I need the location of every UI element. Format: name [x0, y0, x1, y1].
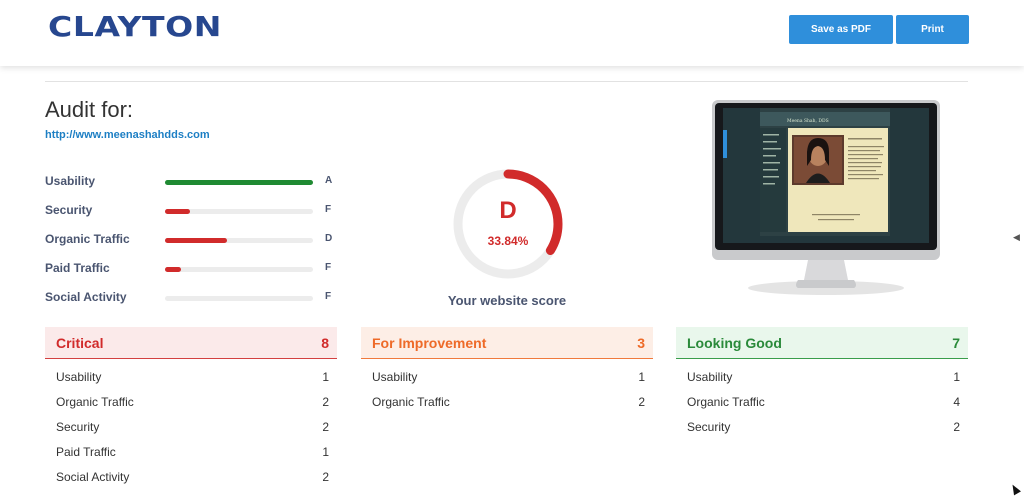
scroll-arrow-icon[interactable]: ◀ — [1013, 232, 1020, 243]
item-count: 4 — [953, 394, 960, 409]
clayton-logo[interactable]: CLAYTON — [48, 10, 222, 43]
item-count: 2 — [322, 394, 329, 409]
looking-good-panel-header[interactable]: Looking Good 7 — [676, 327, 968, 359]
score-percent: 33.84% — [487, 234, 529, 248]
top-header: CLAYTON Save as PDF Print — [0, 0, 1024, 66]
score-caption: Your website score — [447, 293, 567, 308]
metric-row-social-activity: Social Activity F — [45, 290, 345, 306]
for-improvement-panel-header[interactable]: For Improvement 3 — [361, 327, 653, 359]
item-label: Paid Traffic — [56, 444, 116, 459]
metric-bar-track — [165, 209, 313, 214]
list-item[interactable]: Security 2 — [676, 414, 968, 439]
item-label: Organic Traffic — [687, 394, 765, 409]
list-item[interactable]: Security 2 — [45, 414, 337, 439]
metric-bar-fill — [165, 267, 182, 272]
panel-count: 7 — [952, 334, 960, 351]
list-item[interactable]: Usability 1 — [45, 364, 337, 389]
for-improvement-panel: For Improvement 3 Usability 1 Organic Tra… — [361, 327, 653, 414]
monitor-stand-neck — [804, 260, 848, 280]
item-label: Usability — [687, 369, 733, 384]
item-label: Social Activity — [56, 469, 130, 484]
looking-good-panel: Looking Good 7 Usability 1 Organic Traffi… — [676, 327, 968, 439]
item-label: Usability — [56, 369, 102, 384]
item-count: 1 — [322, 369, 329, 384]
section-divider — [45, 81, 968, 82]
metric-row-paid-traffic: Paid Traffic F — [45, 261, 345, 277]
metric-bar-fill — [165, 238, 228, 243]
preview-site-nav — [760, 128, 786, 232]
print-button[interactable]: Print — [896, 15, 969, 44]
metric-bar-track — [165, 296, 313, 301]
website-preview-monitor: Meena Shah, DDS — [712, 100, 940, 295]
item-count: 2 — [322, 419, 329, 434]
item-count: 2 — [953, 419, 960, 434]
item-label: Organic Traffic — [56, 394, 134, 409]
metric-label: Security — [45, 203, 93, 217]
list-item[interactable]: Usability 1 — [676, 364, 968, 389]
panel-title: For Improvement — [372, 334, 487, 351]
list-item[interactable]: Organic Traffic 4 — [676, 389, 968, 414]
panel-title: Looking Good — [687, 334, 782, 351]
item-label: Security — [687, 419, 731, 434]
item-count: 2 — [322, 469, 329, 484]
metric-label: Social Activity — [45, 290, 127, 304]
list-item[interactable]: Paid Traffic 1 — [45, 439, 337, 464]
item-label: Security — [56, 419, 100, 434]
list-item[interactable]: Social Activity 2 — [45, 464, 337, 489]
metric-grade: F — [325, 291, 332, 302]
metric-bar-fill — [165, 180, 313, 185]
preview-site-name: Meena Shah, DDS — [787, 118, 829, 124]
metric-bar-track — [165, 180, 313, 185]
panel-count: 8 — [321, 334, 329, 351]
item-label: Organic Traffic — [372, 394, 450, 409]
metric-label: Usability — [45, 174, 96, 188]
metric-grade: F — [325, 262, 332, 273]
audit-title: Audit for: — [45, 97, 134, 122]
critical-panel: Critical 8 Usability 1 Organic Traffic 2 S… — [45, 327, 337, 489]
critical-panel-header[interactable]: Critical 8 — [45, 327, 337, 359]
metric-grade: F — [325, 204, 332, 215]
metric-row-usability: Usability A — [45, 174, 345, 190]
item-count: 1 — [322, 444, 329, 459]
save-as-pdf-button[interactable]: Save as PDF — [789, 15, 893, 44]
item-count: 1 — [638, 369, 645, 384]
list-item[interactable]: Organic Traffic 2 — [45, 389, 337, 414]
preview-side-tab — [723, 130, 727, 158]
metric-bar-track — [165, 267, 313, 272]
monitor-stand-base — [796, 280, 856, 288]
list-item[interactable]: Usability 1 — [361, 364, 653, 389]
panel-count: 3 — [637, 334, 645, 351]
panel-title: Critical — [56, 334, 104, 351]
score-grade-letter: D — [499, 197, 517, 224]
mouse-cursor-icon — [1009, 482, 1021, 496]
metric-label: Organic Traffic — [45, 232, 130, 246]
metric-bar-fill — [165, 209, 191, 214]
metric-row-security: Security F — [45, 203, 345, 219]
metric-row-organic-traffic: Organic Traffic D — [45, 232, 345, 248]
item-count: 1 — [953, 369, 960, 384]
metric-bar-track — [165, 238, 313, 243]
metric-label: Paid Traffic — [45, 261, 110, 275]
item-count: 2 — [638, 394, 645, 409]
item-label: Usability — [372, 369, 418, 384]
metric-grade: D — [325, 233, 333, 244]
audit-url-link[interactable]: http://www.meenashahdds.com — [45, 129, 210, 141]
metric-grade: A — [325, 175, 333, 186]
list-item[interactable]: Organic Traffic 2 — [361, 389, 653, 414]
